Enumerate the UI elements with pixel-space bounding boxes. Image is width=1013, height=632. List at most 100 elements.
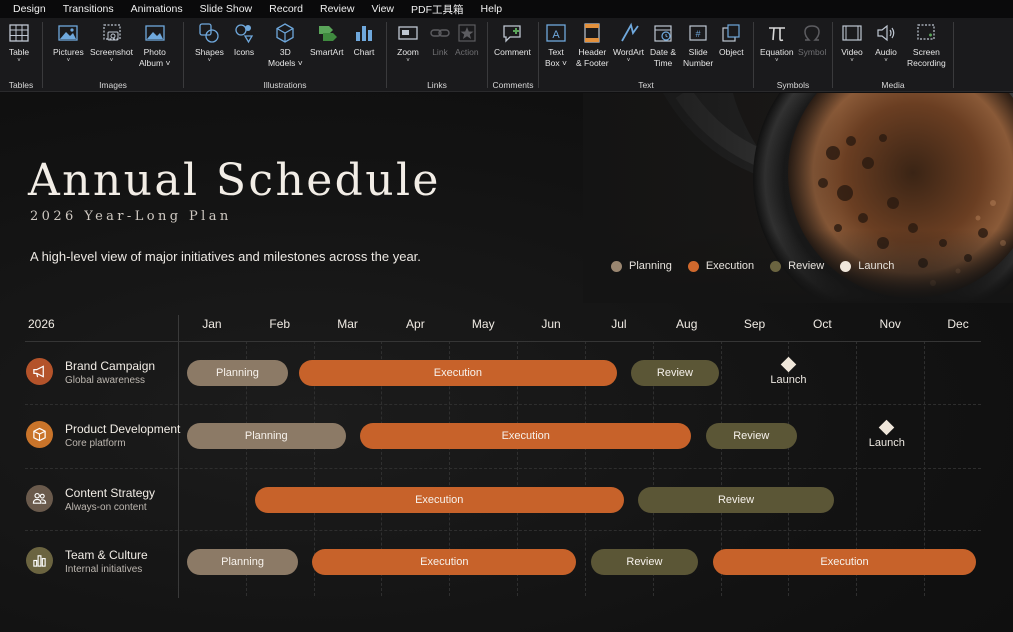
ribbon-group-links: Zoom ˅ Link Action Links — [387, 18, 487, 92]
row-title[interactable]: Brand Campaign — [65, 359, 155, 373]
row-subtitle[interactable]: Core platform — [65, 438, 126, 449]
icons-button[interactable]: Icons — [233, 22, 255, 58]
phase-bar-review[interactable]: Review — [590, 548, 699, 575]
legend-label: Execution — [705, 260, 755, 272]
row-title[interactable]: Product Development — [65, 422, 180, 436]
ribbon-group-symbols: Equation ˅ Symbol Symbols — [754, 18, 832, 92]
chevron-down-icon: ˅ — [66, 57, 71, 64]
chart-button[interactable]: Chart — [353, 22, 375, 58]
phase-bar-review[interactable]: Review — [638, 486, 834, 513]
comment-button[interactable]: Comment — [494, 22, 531, 58]
menu-item-0[interactable]: Design — [13, 3, 54, 15]
row-title[interactable]: Team & Culture — [65, 548, 148, 562]
cube-icon — [26, 420, 53, 448]
phase-bar-execution[interactable]: Execution — [712, 548, 977, 575]
launch-label: Launch — [868, 436, 905, 449]
link-label: Link — [432, 47, 448, 57]
symbol-label: Symbol — [798, 47, 827, 57]
3d-models-button[interactable]: 3D Models ˅ — [268, 22, 303, 68]
menu-item-2[interactable]: Animations — [131, 3, 191, 15]
legend-label: Launch — [858, 260, 895, 272]
megaphone-icon — [26, 357, 53, 385]
symbol-button[interactable]: Symbol — [798, 22, 826, 58]
photo-album-button[interactable]: Photo Album ˅ — [139, 22, 170, 68]
pictures-button[interactable]: Pictures ˅ — [53, 22, 84, 65]
month-label-may: May — [471, 317, 495, 331]
phase-bar-execution[interactable]: Execution — [359, 422, 692, 449]
screenshot-button[interactable]: Screenshot ˅ — [90, 22, 133, 65]
screenshot-label: Screenshot — [90, 47, 133, 57]
wordart-button[interactable]: WordArt ˅ — [613, 22, 644, 65]
menu-bar: Design Transitions Animations Slide Show Rec… — [0, 0, 1013, 18]
insert-ribbon: Table ˅ Tables Pictures ˅ Screenshot ˅ P… — [0, 18, 1013, 92]
slide-canvas[interactable]: Annual Schedule 2026 Year-Long Plan A hi… — [0, 93, 1013, 632]
row-subtitle[interactable]: Global awareness — [65, 375, 145, 386]
ribbon-group-illustrations: Shapes ˅ Icons 3D Models ˅ SmartArt Char… — [184, 18, 386, 92]
row-subtitle[interactable]: Internal initiatives — [65, 564, 142, 575]
phase-bar-execution[interactable]: Execution — [298, 359, 617, 386]
phase-bar-planning[interactable]: Planning — [187, 359, 288, 386]
phase-bar-execution[interactable]: Execution — [312, 548, 577, 575]
icons-label: Icons — [233, 47, 255, 57]
date-time-label: Date & Time — [650, 47, 676, 68]
row-title[interactable]: Content Strategy — [65, 486, 155, 500]
video-icon — [841, 22, 863, 44]
row-subtitle[interactable]: Always-on content — [65, 502, 147, 513]
slide-number-label: Slide Number — [683, 47, 714, 68]
slide-subtitle[interactable]: 2026 Year-Long Plan — [30, 209, 232, 224]
video-button[interactable]: Video ˅ — [841, 22, 863, 65]
chevron-down-icon: ˅ — [406, 57, 410, 64]
phase-bar-planning[interactable]: Planning — [187, 422, 346, 449]
menu-item-1[interactable]: Transitions — [63, 3, 122, 15]
zoom-button[interactable]: Zoom ˅ — [397, 22, 419, 65]
slide-number-button[interactable]: # Slide Number — [683, 22, 713, 68]
object-label: Object — [719, 47, 744, 57]
calendar-icon — [652, 22, 674, 44]
text-box-button[interactable]: A Text Box ˅ — [545, 22, 567, 68]
legend: Planning Execution Review Launch — [611, 260, 910, 272]
menu-item-4[interactable]: Record — [269, 3, 311, 15]
zoom-label: Zoom — [397, 47, 419, 57]
picture-icon — [57, 22, 79, 44]
phase-bar-review[interactable]: Review — [705, 422, 797, 449]
chevron-down-icon: ˅ — [207, 57, 212, 64]
smartart-button[interactable]: SmartArt — [310, 22, 344, 58]
phase-bar-planning[interactable]: Planning — [187, 548, 299, 575]
phase-bar-review[interactable]: Review — [631, 359, 719, 386]
group-label-images: Images — [99, 80, 127, 90]
screen-recording-button[interactable]: Screen Recording — [907, 22, 946, 68]
menu-item-7[interactable]: PDF工具箱 — [411, 2, 472, 17]
photo-album-label: Photo Album ˅ — [139, 47, 171, 68]
phase-bar-execution[interactable]: Execution — [254, 486, 624, 513]
menu-item-8[interactable]: Help — [481, 3, 511, 15]
object-icon — [720, 22, 742, 44]
legend-item-launch: Launch — [840, 260, 894, 272]
screenshot-icon — [101, 22, 123, 44]
table-button[interactable]: Table ˅ — [8, 22, 30, 65]
comment-icon — [501, 22, 523, 44]
shapes-button[interactable]: Shapes ˅ — [195, 22, 224, 65]
action-button[interactable]: Action — [455, 22, 479, 58]
zoom-icon — [397, 22, 419, 44]
bar-chart-icon — [26, 546, 53, 574]
slide-title[interactable]: Annual Schedule — [28, 155, 441, 206]
legend-item-execution: Execution — [687, 260, 755, 272]
video-label: Video — [841, 47, 863, 57]
object-button[interactable]: Object — [719, 22, 744, 58]
audio-button[interactable]: Audio ˅ — [875, 22, 897, 65]
pictures-label: Pictures — [53, 47, 84, 57]
slide-description[interactable]: A high-level view of major initiatives a… — [30, 249, 421, 264]
month-label-jan: Jan — [202, 317, 222, 331]
group-label-comments: Comments — [492, 80, 534, 90]
menu-item-3[interactable]: Slide Show — [200, 3, 261, 15]
equation-button[interactable]: Equation ˅ — [760, 22, 794, 65]
wordart-icon — [618, 22, 640, 44]
month-label-feb: Feb — [269, 317, 291, 331]
month-label-jul: Jul — [611, 317, 627, 331]
menu-item-5[interactable]: Review — [320, 3, 362, 15]
link-button[interactable]: Link — [429, 22, 451, 58]
screen-recording-icon — [915, 22, 937, 44]
date-time-button[interactable]: Date & Time — [650, 22, 676, 68]
menu-item-6[interactable]: View — [371, 3, 402, 15]
header-footer-button[interactable]: Header & Footer — [576, 22, 609, 68]
